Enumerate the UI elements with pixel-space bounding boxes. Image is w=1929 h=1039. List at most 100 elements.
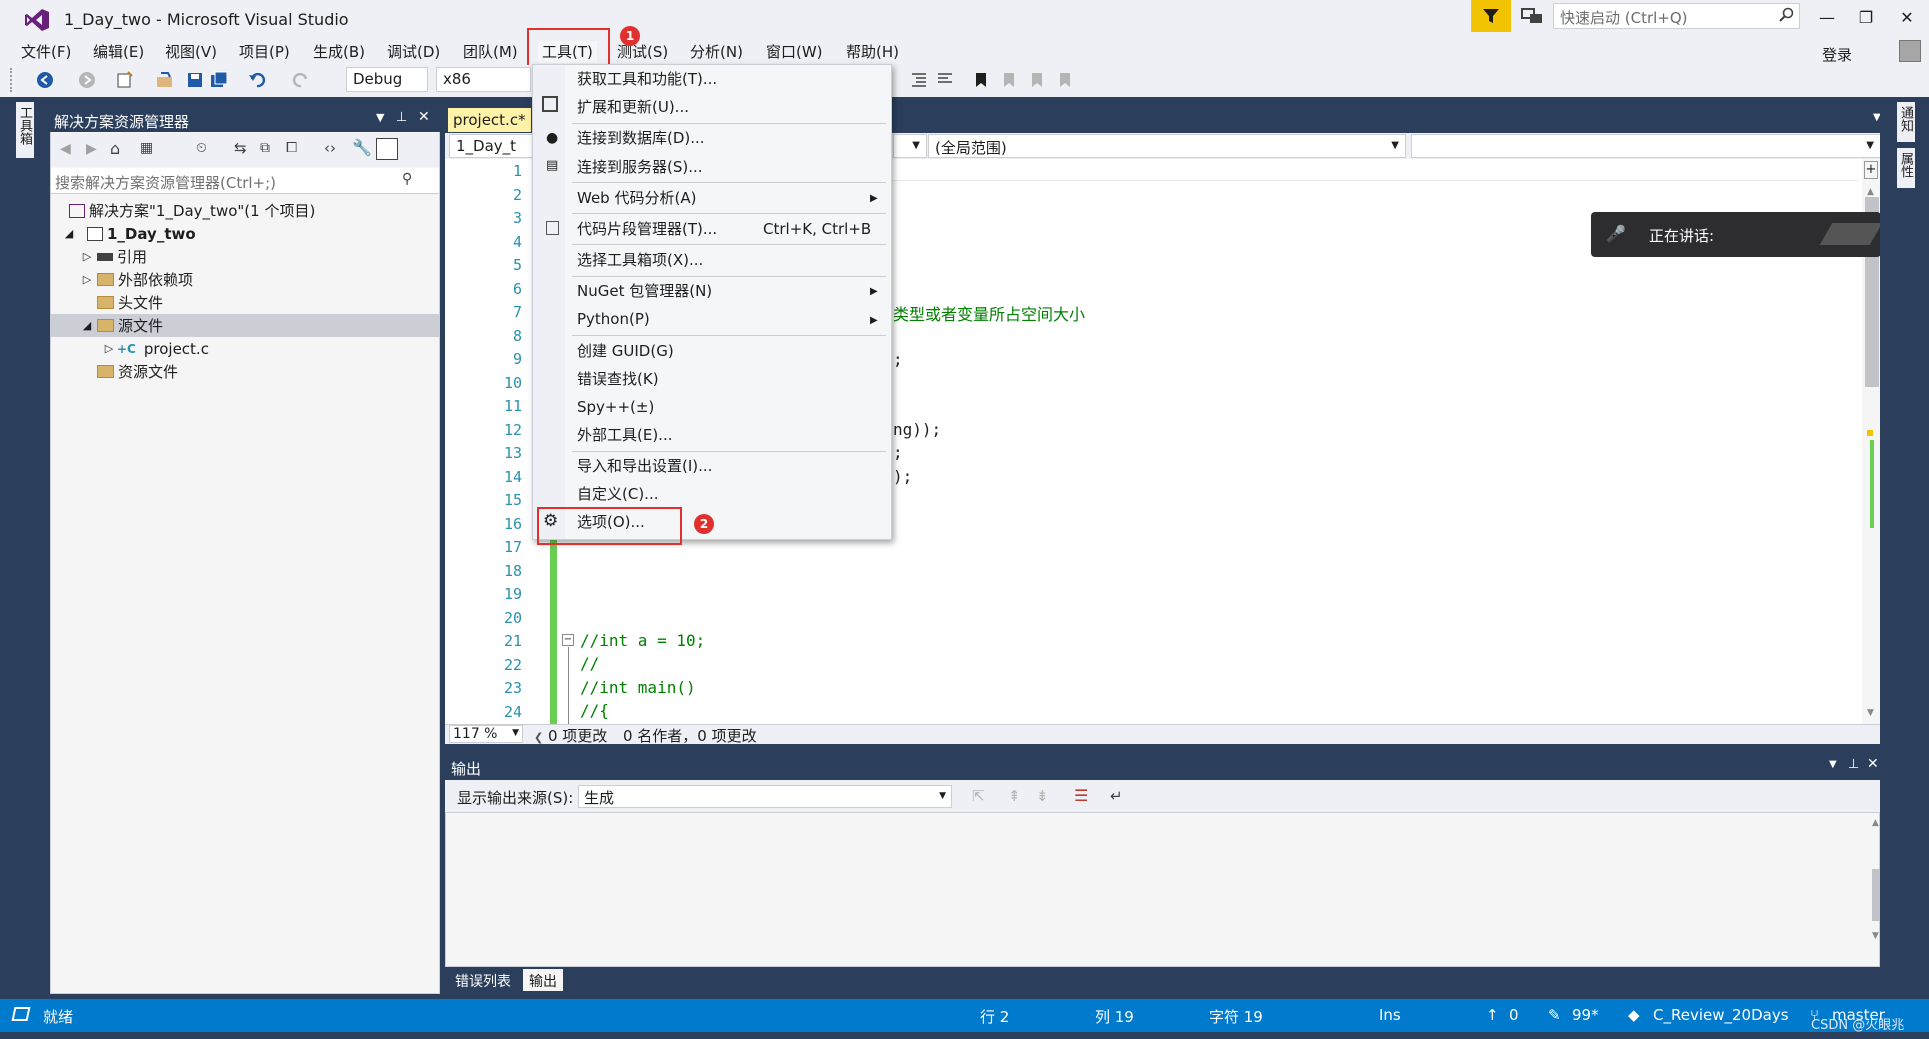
repo-icon[interactable]: ◆ [1628,1006,1640,1024]
menu-item-connect-server[interactable]: 连接到服务器(S)... [577,156,703,178]
search-icon[interactable]: ⚲ [402,171,412,187]
next-message-icon[interactable]: ⇟ [1036,787,1049,805]
save-all-icon[interactable] [210,71,228,89]
tab-project-c[interactable]: project.c* [448,108,531,132]
close-panel-icon[interactable]: ✕ [1867,756,1879,772]
collapse-arrow-icon[interactable]: ◢ [63,227,75,240]
tree-item-references[interactable]: ▷ 引用 [51,245,439,268]
codelens-authors[interactable]: 0 名作者，0 项更改 [623,725,757,746]
prev-message-icon[interactable]: ⇞ [1008,787,1021,805]
menu-item-web-code-analysis[interactable]: Web 代码分析(A) [577,187,696,209]
redo-icon[interactable] [292,71,310,89]
menu-edit[interactable]: 编辑(E) [93,41,144,63]
output-source-select[interactable]: 生成 ▼ [578,785,952,808]
search-icon[interactable] [1778,7,1794,23]
menu-item-import-export[interactable]: 导入和导出设置(I)... [577,455,712,477]
home-icon[interactable]: ⌂ [110,139,120,158]
tree-item-project[interactable]: ◢ 1_Day_two [51,222,439,245]
expand-arrow-icon[interactable]: ▷ [81,250,93,263]
se-back-icon[interactable]: ◀ [60,141,71,157]
nav-type-select[interactable]: ▼ [893,134,927,158]
properties-tab[interactable]: 属性 [1897,148,1915,188]
indent-icon[interactable] [910,71,928,89]
next-bookmark-icon[interactable] [1028,71,1046,89]
menu-item-create-guid[interactable]: 创建 GUID(G) [577,340,674,362]
toolbox-tab[interactable]: 工具箱 [16,102,34,158]
menu-item-get-tools[interactable]: 获取工具和功能(T)... [577,68,717,90]
properties-wrench-icon[interactable]: 🔧 [352,138,372,157]
tree-item-solution[interactable]: 解决方案"1_Day_two"(1 个项目) [51,199,439,222]
menu-item-error-lookup[interactable]: 错误查找(K) [577,368,659,390]
restore-button[interactable]: ❐ [1851,4,1881,30]
collapse-all-icon[interactable]: ⧉ [260,140,270,156]
save-icon[interactable] [186,71,204,89]
tree-item-header-files[interactable]: 头文件 [51,291,439,314]
solution-search-input[interactable]: 搜索解决方案资源管理器(Ctrl+;) [51,168,439,194]
forward-icon[interactable] [78,71,96,89]
pending-changes-icon[interactable]: ⏲ [196,140,207,156]
toolbar-grip[interactable] [10,68,14,92]
bookmark-icon[interactable] [972,71,990,89]
se-forward-icon[interactable]: ▶ [86,141,97,157]
tab-output[interactable]: 输出 [523,969,563,991]
solution-platform-select[interactable]: x86 [436,67,531,92]
quick-launch-input[interactable]: 快速启动 (Ctrl+Q) [1553,3,1800,29]
zoom-select[interactable]: 117 % ▼ [449,725,523,743]
close-panel-icon[interactable]: ✕ [418,109,430,125]
show-all-files-icon[interactable]: ⧠ [286,140,297,156]
menu-item-connect-database[interactable]: 连接到数据库(D)... [577,127,705,149]
open-file-icon[interactable] [156,71,174,89]
minimize-button[interactable]: — [1812,4,1842,30]
menu-project[interactable]: 项目(P) [239,41,290,63]
codelens-changes[interactable]: ❮ 0 项更改 [534,725,607,746]
menu-help[interactable]: 帮助(H) [846,41,899,63]
pin-icon[interactable]: ⊥ [1848,757,1859,772]
menu-item-choose-toolbox[interactable]: 选择工具箱项(X)... [577,249,703,271]
output-text-area[interactable] [445,812,1880,967]
word-wrap-icon[interactable]: ↵ [1110,787,1123,805]
menu-item-external-tools[interactable]: 外部工具(E)... [577,424,673,446]
collapse-arrow-icon[interactable]: ◢ [81,319,93,332]
clear-all-icon[interactable]: ☰ [1074,786,1088,805]
pin-icon[interactable]: ⊥ [396,110,407,125]
undo-icon[interactable] [248,71,266,89]
preview-toggle-icon[interactable] [376,138,398,160]
menu-view[interactable]: 视图(V) [165,41,217,63]
notifications-tab[interactable]: 通知 [1897,102,1915,142]
solution-config-select[interactable]: Debug [346,67,428,92]
prev-bookmark-icon[interactable] [1000,71,1018,89]
close-button[interactable]: ✕ [1892,4,1922,30]
tree-item-source-files[interactable]: ◢ 源文件 [51,314,439,337]
switch-views-icon[interactable]: ▦ [140,140,153,156]
menu-item-customize[interactable]: 自定义(C)... [577,483,658,505]
clear-bookmarks-icon[interactable] [1056,71,1074,89]
feedback-filter-button[interactable] [1471,0,1511,32]
sign-in-link[interactable]: 登录 [1822,44,1852,65]
tree-item-resource-files[interactable]: 资源文件 [51,360,439,383]
comment-icon[interactable] [936,71,954,89]
scroll-down-icon[interactable]: ▼ [1872,931,1879,941]
scroll-down-icon[interactable]: ▼ [1867,708,1874,718]
menu-item-python[interactable]: Python(P) [577,308,650,330]
nav-project-select[interactable]: 1_Day_t [449,134,537,158]
dropdown-icon[interactable]: ▼ [1829,759,1837,770]
expand-arrow-icon[interactable]: ▷ [81,273,93,286]
sync-icon[interactable]: ⇆ [234,139,247,157]
status-repository[interactable]: C_Review_20Days [1653,1006,1789,1024]
nav-member-select[interactable]: ▼ [1411,134,1881,158]
feedback-icon[interactable] [1521,6,1543,26]
status-pending-changes[interactable]: 99* [1572,1006,1599,1024]
scroll-up-icon[interactable]: ▲ [1872,818,1879,828]
publish-arrow-icon[interactable]: ↑ [1486,1006,1499,1024]
back-icon[interactable] [36,71,54,89]
new-project-icon[interactable] [116,71,134,89]
status-unpublished[interactable]: 0 [1509,1006,1519,1024]
menu-item-nuget[interactable]: NuGet 包管理器(N) [577,280,712,302]
menu-window[interactable]: 窗口(W) [766,41,823,63]
tree-item-project-c[interactable]: ▷ +C project.c [51,337,439,360]
pencil-icon[interactable]: ✎ [1548,1006,1561,1024]
view-code-icon[interactable]: ‹› [324,139,336,157]
menu-item-extensions[interactable]: 扩展和更新(U)... [577,96,689,118]
menu-build[interactable]: 生成(B) [313,41,365,63]
tree-item-external-deps[interactable]: ▷ 外部依赖项 [51,268,439,291]
